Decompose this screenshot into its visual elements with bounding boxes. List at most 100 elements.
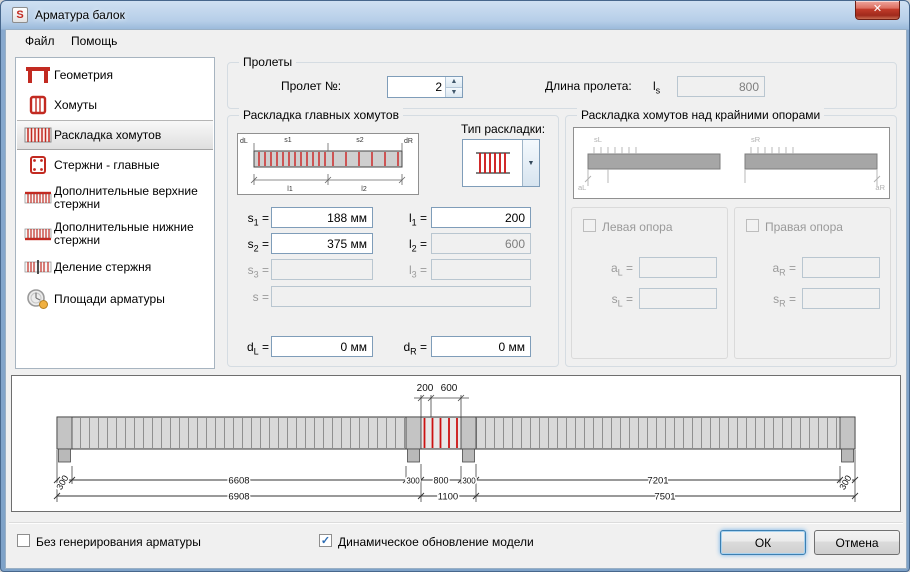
sidebar-item-additional-bottom-bars[interactable]: Дополнительные нижние стержни: [17, 216, 213, 252]
sidebar-item-stirrup-layout[interactable]: Раскладка хомутов: [17, 120, 213, 150]
dim-label: s1: [284, 137, 292, 144]
span-length-label: Длина пролета:: [545, 79, 632, 93]
sidebar-item-label: Раскладка хомутов: [54, 127, 162, 142]
left-support-checkbox: [583, 219, 596, 232]
close-button[interactable]: ✕: [855, 1, 900, 20]
dynamic-update-checkbox[interactable]: ✓: [319, 534, 332, 547]
close-icon: ✕: [872, 3, 883, 15]
sidebar-item-additional-top-bars[interactable]: Дополнительные верхние стержни: [17, 180, 213, 216]
sidebar-item-label: Деление стержня: [54, 259, 152, 274]
span-length-input: [677, 76, 765, 97]
right-support-label: Правая опора: [765, 220, 843, 234]
bar-division-icon: [22, 259, 54, 275]
left-support-label: Левая опора: [602, 220, 673, 234]
no-generation-checkbox[interactable]: [17, 534, 30, 547]
reinforcement-areas-icon: [22, 288, 54, 310]
l1-label: l1 =: [408, 211, 427, 228]
dim-label: 300: [462, 477, 476, 486]
sidebar-item-label: Дополнительные нижние стержни: [54, 220, 194, 247]
spinner-buttons: ▲ ▼: [445, 77, 462, 97]
al-input: [639, 257, 717, 278]
s2-label: s2 =: [247, 237, 269, 254]
dim-label: sL: [594, 135, 602, 144]
ok-button[interactable]: ОК: [720, 530, 806, 555]
s2-input[interactable]: [271, 233, 373, 254]
dim-label: 600: [441, 383, 458, 394]
right-support-checkbox: [746, 219, 759, 232]
s-input: [271, 286, 531, 307]
ar-label: aR =: [772, 261, 796, 278]
dim-label: aL: [578, 183, 586, 192]
cancel-button[interactable]: Отмена: [814, 530, 900, 555]
spinner-down-button[interactable]: ▼: [446, 87, 462, 97]
menu-file[interactable]: Файл: [15, 31, 65, 51]
check-icon: ✓: [320, 535, 331, 547]
dim-label: s2: [356, 137, 364, 144]
dim-label: l2: [361, 186, 367, 193]
main-bars-icon: [22, 155, 54, 175]
stirrup-layout-schematic: dL s1 s2 dR l1 l2: [237, 133, 419, 195]
sidebar-item-label: Площади арматуры: [54, 291, 165, 306]
dim-label: l1: [287, 186, 293, 193]
s3-input: [271, 259, 373, 280]
sidebar-item-main-bars[interactable]: Стержни - главные: [17, 150, 213, 180]
sidebar-item-label: Дополнительные верхние стержни: [54, 184, 198, 211]
l3-input: [431, 259, 531, 280]
beam-elevation-diagram: 200 600 300 6608 300 800 300 7201 300 69…: [53, 382, 859, 504]
edge-supports-group-title: Раскладка хомутов над крайними опорами: [577, 108, 825, 122]
sidebar-item-label: Стержни - главные: [54, 157, 160, 172]
dl-input[interactable]: [271, 336, 373, 357]
dr-label: dR =: [403, 340, 427, 357]
layout-type-label: Тип раскладки:: [461, 122, 546, 136]
span-length-symbol: ls: [653, 79, 661, 96]
dim-label: dL: [240, 138, 248, 145]
dim-label: 6908: [228, 492, 249, 503]
menu-help[interactable]: Помощь: [61, 31, 127, 51]
sr-input: [802, 288, 880, 309]
span-number-spinner: ▲ ▼: [387, 76, 463, 98]
sidebar-item-bar-division[interactable]: Деление стержня: [17, 252, 213, 282]
sidebar-item-label: Хомуты: [54, 97, 98, 112]
s1-input[interactable]: [271, 207, 373, 228]
l3-label: l3 =: [408, 263, 427, 280]
layout-type-dropdown[interactable]: ▼: [462, 139, 540, 187]
sidebar-item-stirrups[interactable]: Хомуты: [17, 90, 213, 120]
sidebar-item-reinforcement-areas[interactable]: Площади арматуры: [17, 282, 213, 316]
beam-elevation-panel: 200 600 300 6608 300 800 300 7201 300 69…: [11, 375, 901, 512]
titlebar[interactable]: S Арматура балок: [1, 1, 909, 29]
l1-input[interactable]: [431, 207, 531, 228]
spinner-up-button[interactable]: ▲: [446, 77, 462, 88]
stirrup-layout-icon: [22, 126, 54, 144]
additional-bottom-bars-icon: [22, 226, 54, 242]
sl-label: sL =: [611, 292, 633, 309]
al-label: aL =: [610, 261, 633, 278]
l2-input: [431, 233, 531, 254]
no-generation-label: Без генерирования арматуры: [36, 535, 201, 549]
chevron-down-icon[interactable]: ▼: [522, 140, 539, 186]
sr-label: sR =: [773, 292, 796, 309]
geometry-icon: [22, 65, 54, 85]
sidebar-item-geometry[interactable]: Геометрия: [17, 60, 213, 90]
sl-input: [639, 288, 717, 309]
window-title: Арматура балок: [35, 8, 125, 22]
edge-supports-schematic: sL sR aL aR: [573, 127, 890, 199]
dim-label: 6608: [228, 476, 249, 487]
dialog-window: S Арматура балок ✕ Файл Помощь Геометрия…: [0, 0, 910, 572]
dim-label: 800: [433, 476, 448, 486]
dim-label: 200: [417, 383, 434, 394]
dr-input[interactable]: [431, 336, 531, 357]
dim-label: 1100: [438, 492, 458, 503]
dim-label: aR: [875, 183, 885, 192]
app-icon: S: [12, 7, 28, 23]
layout-type-icon: [463, 140, 522, 186]
spans-group-title: Пролеты: [239, 55, 297, 69]
dim-label: dR: [404, 138, 413, 145]
l2-label: l2 =: [408, 237, 427, 254]
span-number-input[interactable]: [388, 77, 445, 97]
sidebar: Геометрия Хомуты Раскладка хомутов Стерж…: [15, 57, 215, 369]
additional-top-bars-icon: [22, 190, 54, 206]
dim-label: sR: [751, 135, 761, 144]
dim-label: 7201: [647, 476, 668, 487]
s1-label: s1 =: [247, 211, 269, 228]
dim-label: 300: [406, 477, 420, 486]
